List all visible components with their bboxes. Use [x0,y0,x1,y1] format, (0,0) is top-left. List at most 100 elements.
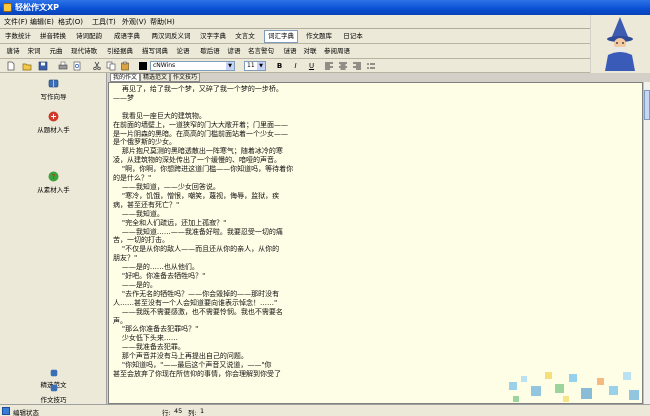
sidebar-item-label: 从题材入手 [37,126,70,134]
sidebar-item-from-topic[interactable]: 从题材入手 [0,111,107,134]
status-col-label: 列: [188,409,197,416]
vertical-scrollbar[interactable] [643,82,650,404]
essay-line: "啊，你啊，你想跨进这道门槛——你知道吗，等待着你 [113,165,294,174]
tab-yuan-qu[interactable]: 元曲 [47,46,65,57]
status-bar: 编辑状态 行: 45 列: 1 [0,404,650,416]
tab-quotes[interactable]: 名言警句 [246,46,276,57]
tab-vocab-dict[interactable]: 词汇字典 [264,30,298,43]
tab-my-essay[interactable]: 我的作文 [110,73,141,82]
menu-edit[interactable]: 编辑(E) [30,17,54,27]
paste-icon[interactable] [120,61,130,71]
tool-tabs-row-2: 唐诗 宋词 元曲 现代诗歌 引经据典 描写词典 论语 歇后语 谚语 名言警句 谜… [0,44,590,59]
essay-line: ——我知道，——少女回答说。 [113,182,220,191]
tab-song-ci[interactable]: 宋词 [25,46,43,57]
font-name-value: cNWins [153,62,176,69]
font-name-select[interactable]: cNWins ▼ [150,61,235,71]
essay-line: "那么你准备去犯罪吗？" [113,325,199,334]
essay-line: 朋友？" [113,254,138,263]
tab-classical[interactable]: 文言文 [232,31,258,42]
tab-classics-quote[interactable]: 引经据典 [105,46,135,57]
menu-bar: 文件(F) 编辑(E) 格式(O) 工具(T) 外观(V) 帮助(H) [0,15,590,29]
essay-editor[interactable]: 再见了，给了我一个梦，又碎了我一个梦的一步桥。 ——梦 我看见一座巨大的建筑物。在… [108,82,643,404]
font-size-value: 11 [247,62,255,69]
tab-riddles[interactable]: 谜语 [282,46,298,57]
tab-couplets[interactable]: 对联 [302,46,318,57]
menu-format[interactable]: 格式(O) [58,17,83,27]
essay-line: ——是的……也从他们。 [113,263,199,272]
tab-proverbs[interactable]: 谚语 [226,46,242,57]
tab-modern-poetry[interactable]: 现代诗歌 [69,46,99,57]
help-icon: ? [48,171,59,182]
sidebar-item-label: 写作向导 [40,93,67,101]
essay-line [113,103,633,112]
window-title: 轻松作文XP [15,3,60,12]
essay-line: 再见了，给了我一个梦，又碎了我一个梦的一步桥。 [113,85,283,93]
scrollbar-thumb[interactable] [644,90,650,120]
tool-tabs-row-1: 字数统计 拼音转换 诗词配韵 成语字典 两汉词反义词 汉字字典 文言文 词汇字典… [0,29,590,44]
font-size-select[interactable]: 11 ▼ [244,61,266,71]
cut-icon[interactable] [92,61,102,71]
essay-line: 是一片阴森的黑暗。在高高的门槛前面站着一个少女—— [113,129,288,138]
essay-line: 凌，从建筑物的深处传出了一个缓慢的、喑哑的声音。 [113,156,281,165]
italic-button[interactable]: I [290,61,301,71]
status-row-label: 行: [162,409,171,416]
essay-line: "好吧。你准备去牺牲吗？" [113,272,206,281]
essay-line: ——是的。 [113,280,157,289]
print-preview-icon[interactable] [72,61,82,71]
menu-view[interactable]: 外观(V) [122,17,146,27]
align-center-icon[interactable] [338,61,348,71]
sidebar-item-writing-guide[interactable]: 写作向导 [0,78,107,101]
open-folder-icon[interactable] [22,61,32,71]
underline-button[interactable]: U [306,61,317,71]
menu-help[interactable]: 帮助(H) [150,17,175,27]
align-left-icon[interactable] [324,61,334,71]
tab-pinyin[interactable]: 拼音转换 [37,31,69,42]
document-tabs: 我的作文 精选范文 作文技巧 [108,73,408,82]
status-mode: 编辑状态 [13,409,39,416]
new-file-icon[interactable] [6,61,16,71]
copy-icon[interactable] [106,61,116,71]
sidebar-item-label: 作文技巧 [40,396,67,404]
essay-line: "不仅是从你的敌人——而且还从你的亲人，从你的 [113,245,280,254]
bullet-list-icon[interactable] [366,61,376,71]
bold-button[interactable]: B [274,61,285,71]
chevron-down-icon: ▼ [257,62,265,70]
title-bar: 轻松作文XP [0,0,650,15]
tab-reference[interactable]: 参阅周语 [322,46,352,57]
tab-analects[interactable]: 论语 [174,46,192,57]
essay-line: ——我知道……——我准备好啦。我要忍受一切的痛 [113,227,283,236]
essay-line: ——我准备去犯罪。 [113,343,185,352]
tab-writing-tips[interactable]: 作文技巧 [170,73,201,82]
tab-xiehouyu[interactable]: 歇后语 [198,46,222,57]
sidebar-item-from-material[interactable]: ? 从素材入手 [0,171,107,194]
align-right-icon[interactable] [352,61,362,71]
tab-char-dict[interactable]: 汉字字典 [198,31,228,42]
menu-file[interactable]: 文件(F) [4,17,28,27]
color-black-icon[interactable] [138,61,148,71]
status-col-value: 1 [200,407,205,415]
menu-tools[interactable]: 工具(T) [92,17,116,27]
left-sidebar: 写作向导 从题材入手 ? 从素材入手 精选范文 作文技巧 [0,73,107,404]
book-icon [48,79,59,88]
tab-word-count[interactable]: 字数统计 [3,31,33,42]
tab-antonym-dict[interactable]: 两汉词反义词 [147,31,195,42]
essay-line: ——我既不需要感激，也不需要怜悯。我也不需要名 [113,307,283,316]
essay-line: "寒冷，饥饿，憎恨，嘲笑，蔑视，侮辱，监狱，疾 [113,191,280,200]
svg-text:?: ? [52,173,56,181]
tab-diary[interactable]: 日记本 [340,31,366,42]
status-icon [2,407,10,415]
app-icon [3,3,12,12]
wizard-mascot-image [591,15,650,73]
tab-essay-bank[interactable]: 作文题库 [301,31,337,42]
tab-poetry-rhyme[interactable]: 诗词配韵 [72,31,106,42]
tab-description-dict[interactable]: 描写词典 [140,46,170,57]
print-icon[interactable] [58,61,68,71]
essay-text: 再见了，给了我一个梦，又碎了我一个梦的一步桥。 ——梦 我看见一座巨大的建筑物。在… [113,85,633,379]
tab-selected-essays[interactable]: 精选范文 [140,73,171,82]
tab-tang-poetry[interactable]: 唐诗 [4,46,22,57]
tab-idiom-dict[interactable]: 成语字典 [110,31,144,42]
essay-line: 的是什么？" [113,174,152,183]
decorative-splash-image [509,372,639,402]
save-icon[interactable] [38,61,48,71]
sidebar-item-writing-tips[interactable]: 作文技巧 [0,384,107,404]
